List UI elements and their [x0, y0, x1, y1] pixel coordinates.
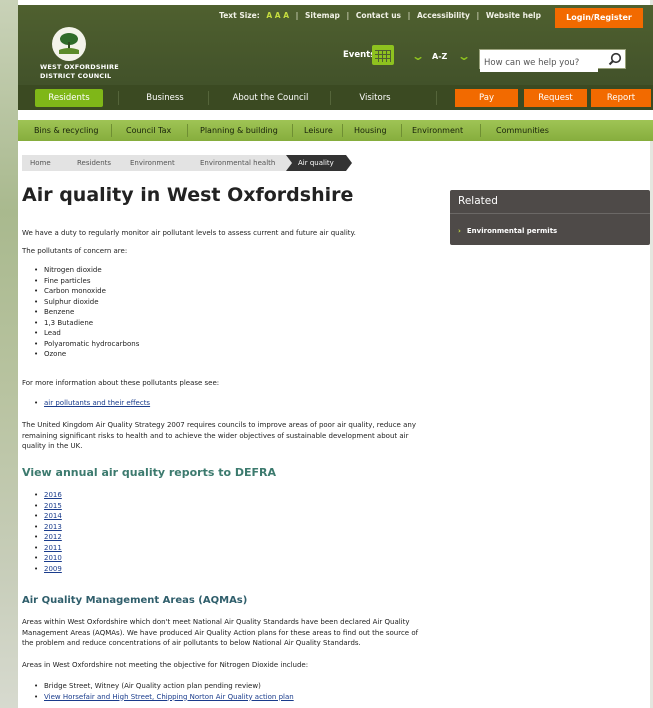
- logo-text-line2: DISTRICT COUNCIL: [40, 72, 112, 80]
- subnav-planning-building[interactable]: Planning & building: [200, 120, 278, 141]
- pollutants-list: Nitrogen dioxide Fine particles Carbon m…: [36, 265, 139, 360]
- report-link-2011[interactable]: 2011: [44, 544, 62, 552]
- list-item: Sulphur dioxide: [36, 297, 139, 308]
- list-item: Benzene: [36, 307, 139, 318]
- intro-text: We have a duty to regularly monitor air …: [22, 229, 356, 237]
- subnav-bins-recycling[interactable]: Bins & recycling: [34, 120, 98, 141]
- list-item: 1,3 Butadiene: [36, 318, 139, 329]
- logo-text-line1: WEST OXFORDSHIRE: [40, 63, 119, 71]
- aqma-heading: Air Quality Management Areas (AQMAs): [22, 595, 248, 606]
- breadcrumb-environmental-health[interactable]: Environmental health: [188, 155, 292, 171]
- related-title: Related: [458, 195, 498, 207]
- list-item: Ozone: [36, 349, 139, 360]
- search-icon[interactable]: [608, 52, 622, 66]
- nav-visitors[interactable]: Visitors: [340, 89, 410, 107]
- report-link-2009[interactable]: 2009: [44, 565, 62, 573]
- sub-navigation: Bins & recycling Council Tax Planning & …: [18, 120, 653, 141]
- page-title: Air quality in West Oxfordshire: [22, 184, 354, 206]
- sitemap-link[interactable]: Sitemap: [305, 11, 340, 20]
- site-header: Text Size: A A A | Sitemap | Contact us …: [18, 5, 653, 85]
- council-logo[interactable]: WEST OXFORDSHIRE DISTRICT COUNCIL: [40, 27, 120, 85]
- subnav-communities[interactable]: Communities: [496, 120, 549, 141]
- chevron-right-icon: ›: [458, 227, 461, 235]
- nav-business[interactable]: Business: [130, 89, 200, 107]
- utility-links: Text Size: A A A | Sitemap | Contact us …: [219, 11, 541, 20]
- more-info-list: air pollutants and their effects: [36, 398, 150, 409]
- report-link-2014[interactable]: 2014: [44, 512, 62, 520]
- aqma-text: Areas within West Oxfordshire which don'…: [22, 618, 419, 647]
- list-item: Nitrogen dioxide: [36, 265, 139, 276]
- chevron-down-icon[interactable]: ⌄: [411, 49, 425, 63]
- search-input[interactable]: [480, 54, 598, 72]
- a-z-link[interactable]: A-Z: [432, 52, 447, 61]
- list-item: Bridge Street, Witney (Air Quality actio…: [36, 681, 294, 692]
- report-link-2015[interactable]: 2015: [44, 502, 62, 510]
- divider: [450, 213, 650, 214]
- list-item: Carbon monoxide: [36, 286, 139, 297]
- environmental-permits-link[interactable]: › Environmental permits: [458, 227, 557, 235]
- accessibility-link[interactable]: Accessibility: [417, 11, 470, 20]
- nav-about-the-council[interactable]: About the Council: [218, 89, 323, 107]
- login-register-button[interactable]: Login/Register: [555, 8, 643, 28]
- breadcrumb-air-quality: Air quality: [286, 155, 352, 171]
- website-help-link[interactable]: Website help: [486, 11, 541, 20]
- no2-intro: Areas in West Oxfordshire not meeting th…: [22, 661, 309, 669]
- breadcrumb-home[interactable]: Home: [22, 155, 71, 171]
- report-years-list: 2016 2015 2014 2013 2012 2011 2010 2009: [36, 490, 62, 574]
- calendar-icon[interactable]: [372, 45, 394, 65]
- subnav-council-tax[interactable]: Council Tax: [126, 120, 171, 141]
- request-button[interactable]: Request: [524, 89, 587, 107]
- events-link[interactable]: Events: [343, 50, 375, 60]
- tree-icon: [59, 33, 79, 54]
- main-navigation: Residents Business About the Council Vis…: [18, 85, 653, 110]
- text-size-options[interactable]: A A A: [266, 11, 289, 20]
- related-panel: Related › Environmental permits: [450, 190, 650, 245]
- list-item: Lead: [36, 328, 139, 339]
- report-link-2010[interactable]: 2010: [44, 554, 62, 562]
- reports-heading: View annual air quality reports to DEFRA: [22, 466, 277, 479]
- list-item: Polyaromatic hydrocarbons: [36, 339, 139, 350]
- breadcrumb-environment[interactable]: Environment: [118, 155, 194, 171]
- no2-areas-list: Bridge Street, Witney (Air Quality actio…: [36, 681, 294, 702]
- pollutants-intro: The pollutants of concern are:: [22, 247, 128, 255]
- breadcrumb-residents[interactable]: Residents: [65, 155, 124, 171]
- report-link-2012[interactable]: 2012: [44, 533, 62, 541]
- pay-button[interactable]: Pay: [455, 89, 518, 107]
- nav-residents[interactable]: Residents: [35, 89, 103, 107]
- text-size-label: Text Size:: [219, 11, 260, 20]
- contact-link[interactable]: Contact us: [356, 11, 401, 20]
- subnav-housing[interactable]: Housing: [354, 120, 387, 141]
- report-link-2013[interactable]: 2013: [44, 523, 62, 531]
- list-item: Fine particles: [36, 276, 139, 287]
- report-button[interactable]: Report: [591, 89, 651, 107]
- report-link-2016[interactable]: 2016: [44, 491, 62, 499]
- chevron-down-icon[interactable]: ⌄: [457, 49, 471, 63]
- background-photo-strip: [0, 0, 18, 708]
- air-pollutants-link[interactable]: air pollutants and their effects: [44, 399, 150, 407]
- subnav-environment[interactable]: Environment: [412, 120, 463, 141]
- search-box: [479, 49, 626, 72]
- subnav-leisure[interactable]: Leisure: [304, 120, 333, 141]
- chipping-norton-action-plan-link[interactable]: View Horsefair and High Street, Chipping…: [44, 693, 294, 701]
- more-info-text: For more information about these polluta…: [22, 379, 220, 387]
- strategy-text: The United Kingdom Air Quality Strategy …: [22, 421, 416, 450]
